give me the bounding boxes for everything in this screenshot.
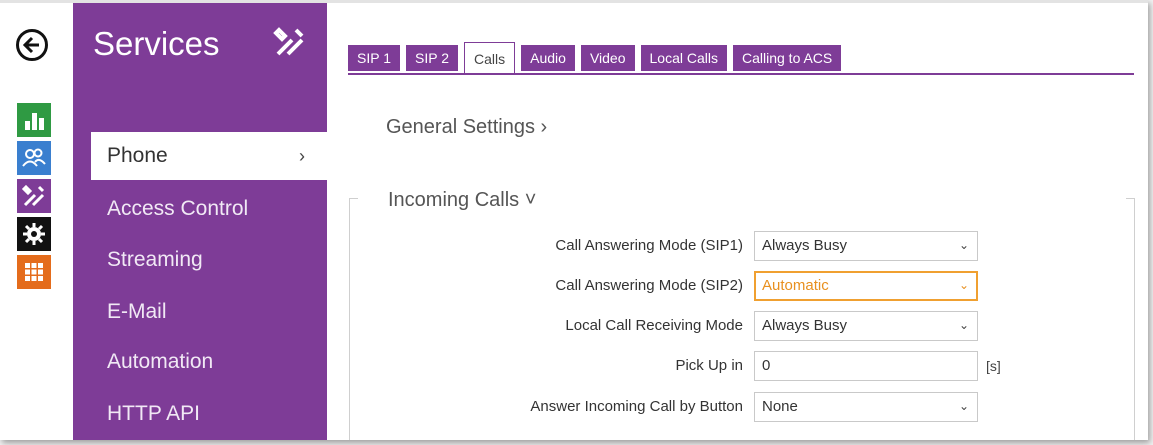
form-row: Answer Incoming Call by Button None ⌄ xyxy=(349,392,1133,422)
field-label: Answer Incoming Call by Button xyxy=(530,398,743,415)
status-chart-icon[interactable] xyxy=(17,103,51,137)
form-row: Pick Up in 0 [s] xyxy=(349,351,1133,381)
nav-item-label: Phone xyxy=(107,144,168,167)
nav-item-access-control[interactable]: Access Control xyxy=(91,185,327,233)
form-row: Call Answering Mode (SIP2) Automatic ⌄ xyxy=(349,271,1133,301)
back-arrow-icon[interactable] xyxy=(16,29,48,61)
tab-local-calls[interactable]: Local Calls xyxy=(640,45,727,71)
nav-item-http-api[interactable]: HTTP API xyxy=(91,390,327,438)
field-label: Local Call Receiving Mode xyxy=(565,317,743,334)
form-row: Local Call Receiving Mode Always Busy ⌄ xyxy=(349,311,1133,341)
grid-apps-icon[interactable] xyxy=(17,255,51,289)
nav-item-phone[interactable]: Phone › xyxy=(91,132,327,180)
nav-item-automation[interactable]: Automation xyxy=(91,338,327,386)
tab-underline xyxy=(348,73,1134,75)
services-tools-icon[interactable] xyxy=(17,179,51,213)
section-incoming-calls[interactable]: Incoming Calls ˅ xyxy=(386,189,539,212)
unit-label: [s] xyxy=(986,358,1001,374)
call-answering-mode-sip2-select[interactable]: Automatic ⌄ xyxy=(754,271,978,301)
tab-calls[interactable]: Calls xyxy=(464,42,516,75)
chevron-right-icon: › xyxy=(299,145,305,166)
local-call-receiving-mode-select[interactable]: Always Busy ⌄ xyxy=(754,311,978,341)
tab-sip2[interactable]: SIP 2 xyxy=(406,45,458,71)
field-label: Call Answering Mode (SIP2) xyxy=(555,277,743,294)
select-value: Always Busy xyxy=(762,237,848,254)
call-answering-mode-sip1-select[interactable]: Always Busy ⌄ xyxy=(754,231,978,261)
services-nav: Services Phone › Access Control Streamin… xyxy=(73,3,327,440)
tools-icon xyxy=(273,25,307,64)
chevron-down-icon: ⌄ xyxy=(958,399,969,413)
select-value: Automatic xyxy=(762,277,829,294)
form-row: Call Answering Mode (SIP1) Always Busy ⌄ xyxy=(349,231,1133,261)
chevron-down-icon: ⌄ xyxy=(958,318,969,332)
tab-bar: SIP 1 SIP 2 Calls Audio Video Local Call… xyxy=(348,42,842,75)
nav-item-streaming[interactable]: Streaming xyxy=(91,236,327,284)
app-window: Services Phone › Access Control Streamin… xyxy=(0,0,1148,440)
chevron-down-icon: ⌄ xyxy=(958,238,969,252)
tab-audio[interactable]: Audio xyxy=(521,45,575,71)
nav-item-email[interactable]: E-Mail xyxy=(91,288,327,336)
select-value: Always Busy xyxy=(762,317,848,334)
chevron-down-icon: ⌄ xyxy=(958,278,969,292)
section-general-settings[interactable]: General Settings › xyxy=(386,116,547,139)
nav-title: Services xyxy=(93,25,220,62)
field-label: Pick Up in xyxy=(675,357,743,374)
input-value: 0 xyxy=(762,357,771,374)
pick-up-in-input[interactable]: 0 xyxy=(754,351,978,381)
tab-sip1[interactable]: SIP 1 xyxy=(348,45,400,71)
settings-gear-icon[interactable] xyxy=(17,217,51,251)
tab-calling-to-acs[interactable]: Calling to ACS xyxy=(732,45,842,71)
tab-video[interactable]: Video xyxy=(580,45,635,71)
users-icon[interactable] xyxy=(17,141,51,175)
answer-by-button-select[interactable]: None ⌄ xyxy=(754,392,978,422)
field-label: Call Answering Mode (SIP1) xyxy=(555,237,743,254)
icon-rail xyxy=(0,3,73,440)
select-value: None xyxy=(762,398,798,415)
